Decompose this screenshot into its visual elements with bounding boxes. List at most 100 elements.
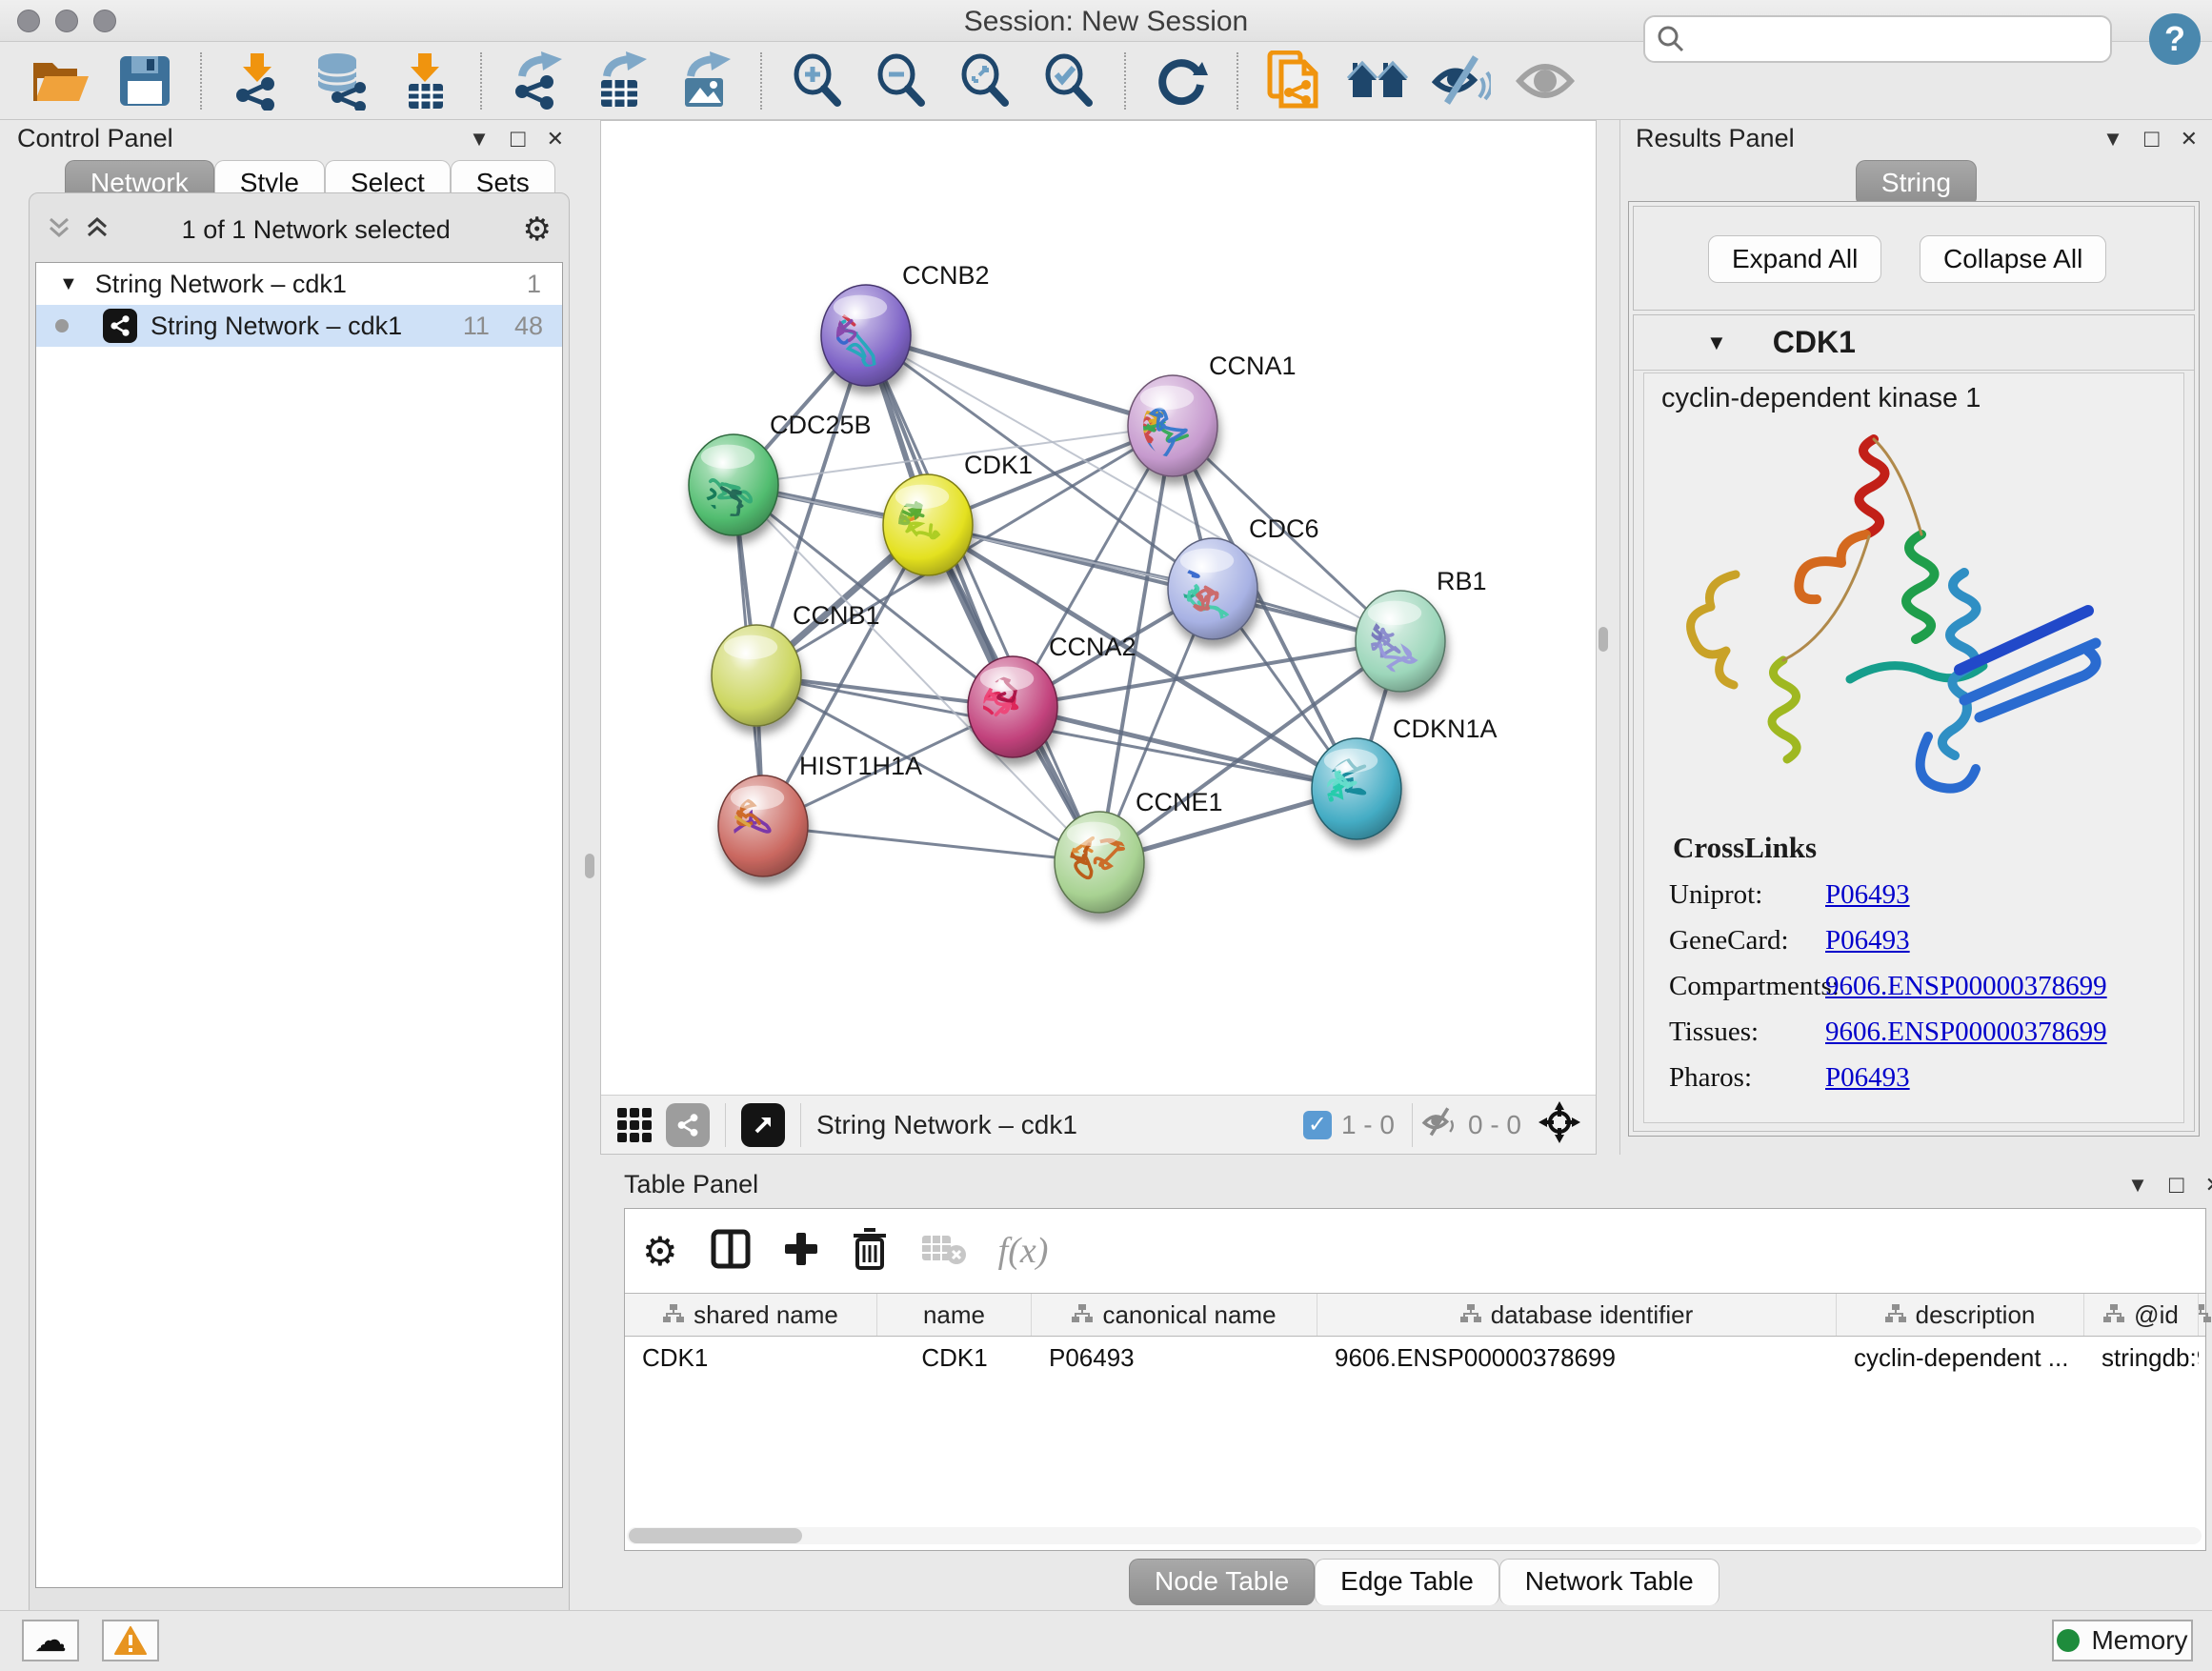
selected-checkbox-icon[interactable]: ✓ (1303, 1111, 1332, 1139)
collapse-all-networks-icon[interactable] (85, 215, 110, 245)
import-table-from-file-button[interactable] (393, 50, 456, 112)
network-canvas[interactable]: CCNB2CCNA1CDC25BCDK1CDC6RB1CCNB1CCNA2CDK… (601, 121, 1596, 1095)
memory-button[interactable]: Memory (2052, 1620, 2193, 1661)
crosslink-link[interactable]: 9606.ENSP00000378699 (1825, 971, 2107, 1002)
table-options-gear-icon[interactable]: ⚙ (642, 1228, 678, 1275)
control-panel-close-icon[interactable]: ✕ (547, 127, 564, 151)
tab-node-table[interactable]: Node Table (1129, 1559, 1315, 1605)
table-cell[interactable]: stringdb (2199, 1337, 2212, 1379)
network-share-icon[interactable] (666, 1103, 710, 1147)
network-node-CCNE1[interactable]: CCNE1 (1055, 788, 1223, 913)
column-header-database-identifier[interactable]: database identifier (1317, 1294, 1837, 1336)
table-toolbar: ⚙ f(x) (625, 1209, 2205, 1293)
results-panel-float-icon[interactable]: □ (2144, 124, 2160, 153)
network-node-CCNB2[interactable]: CCNB2 (811, 261, 990, 386)
control-panel-collapse-icon[interactable]: ▼ (469, 127, 490, 151)
zoom-out-button[interactable] (870, 50, 933, 112)
crosslink-link[interactable]: P06493 (1825, 879, 1910, 911)
column-header-description[interactable]: description (1837, 1294, 2084, 1336)
warnings-button[interactable] (102, 1620, 159, 1661)
network-row[interactable]: String Network – cdk1 11 48 (36, 305, 562, 347)
right-splitter-handle[interactable] (1599, 627, 1608, 652)
expand-all-button[interactable]: Expand All (1708, 235, 1881, 283)
table-row[interactable]: CDK1CDK1P064939606.ENSP00000378699cyclin… (625, 1337, 2205, 1379)
cloud-button[interactable]: ☁ (22, 1620, 79, 1661)
left-splitter-handle[interactable] (585, 854, 594, 878)
table-cell[interactable]: CDK1 (625, 1337, 877, 1379)
create-column-icon[interactable] (783, 1231, 819, 1272)
network-node-RB1[interactable]: RB1 (1355, 567, 1486, 692)
network-collection-row[interactable]: ▼ String Network – cdk1 1 (36, 263, 562, 305)
save-session-button[interactable] (113, 50, 176, 112)
zoom-in-button[interactable] (786, 50, 849, 112)
network-selection-status: 1 of 1 Network selected (110, 215, 523, 245)
table-panel-close-icon[interactable]: ✕ (2205, 1173, 2212, 1198)
table-hscroll-thumb[interactable] (629, 1528, 802, 1543)
export-image-button[interactable] (674, 50, 736, 112)
results-panel-collapse-icon[interactable]: ▼ (2102, 127, 2123, 151)
network-node-label-CDC25B: CDC25B (770, 411, 872, 439)
search-field[interactable] (1643, 15, 2112, 63)
network-node-label-CDKN1A: CDKN1A (1393, 715, 1498, 743)
zoom-fit-button[interactable] (954, 50, 1016, 112)
network-node-HIST1H1A[interactable]: HIST1H1A (697, 752, 922, 876)
crosslink-link[interactable]: 9606.ENSP00000378699 (1825, 1017, 2107, 1048)
network-node-CDC25B[interactable]: CDC25B (681, 411, 871, 535)
table-cell[interactable]: 9606.ENSP00000378699 (1317, 1337, 1837, 1379)
column-header-canonical-name[interactable]: canonical name (1032, 1294, 1317, 1336)
hierarchy-icon (663, 1300, 684, 1330)
table-hscrollbar[interactable] (627, 1527, 2202, 1544)
open-file-button[interactable] (30, 50, 92, 112)
control-panel-float-icon[interactable]: □ (511, 124, 526, 153)
tab-network-table[interactable]: Network Table (1499, 1559, 1719, 1605)
import-network-from-file-button[interactable] (226, 50, 289, 112)
zoom-selected-button[interactable] (1037, 50, 1100, 112)
export-network-button[interactable] (506, 50, 569, 112)
birds-eye-view-icon[interactable] (613, 1103, 656, 1147)
column-header-label: @id (2134, 1300, 2179, 1330)
tab-edge-table[interactable]: Edge Table (1315, 1559, 1499, 1605)
table-panel-collapse-icon[interactable]: ▼ (2127, 1173, 2148, 1198)
column-header-label: description (1916, 1300, 2036, 1330)
import-network-from-database-button[interactable] (310, 50, 372, 112)
export-table-button[interactable] (590, 50, 653, 112)
help-button[interactable]: ? (2149, 13, 2201, 65)
network-node-CCNA1[interactable]: CCNA1 (1119, 352, 1296, 476)
center-view-icon[interactable] (1538, 1101, 1580, 1148)
open-in-new-window-icon[interactable] (741, 1103, 785, 1147)
tree-expander-icon[interactable]: ▼ (59, 273, 78, 295)
collapse-all-button[interactable]: Collapse All (1920, 235, 2106, 283)
go-home-icon[interactable] (1346, 50, 1409, 112)
first-neighbors-button[interactable] (1262, 50, 1325, 112)
table-panel-float-icon[interactable]: □ (2169, 1170, 2184, 1199)
network-node-CDKN1A[interactable]: CDKN1A (1312, 715, 1498, 839)
show-columns-icon[interactable] (711, 1229, 751, 1274)
gene-section-expander-icon[interactable]: ▼ (1706, 331, 1727, 355)
network-node-CDC6[interactable]: CDC6 (1092, 514, 1318, 639)
column-header-id[interactable]: @id (2084, 1294, 2199, 1336)
column-header-name[interactable]: name (877, 1294, 1032, 1336)
apply-layout-button[interactable] (1150, 50, 1213, 112)
network-node-CCNB1[interactable]: CCNB1 (712, 601, 880, 726)
crosslink-link[interactable]: P06493 (1825, 1062, 1910, 1094)
network-edge-CCNE1-HIST1H1A[interactable] (763, 826, 1099, 862)
table-cell[interactable]: cyclin-dependent ... (1837, 1337, 2084, 1379)
network-node-CDK1[interactable]: CDK1 (868, 451, 1033, 575)
network-options-gear-icon[interactable]: ⚙ (523, 211, 552, 249)
table-cell[interactable]: CDK1 (877, 1337, 1032, 1379)
column-header-shared-name[interactable]: shared name (625, 1294, 877, 1336)
column-header-namespace[interactable]: namespace (2199, 1294, 2212, 1336)
search-input[interactable] (1685, 25, 2085, 54)
delete-column-icon[interactable] (852, 1228, 888, 1275)
table-cell[interactable]: stringdb:9... (2084, 1337, 2199, 1379)
crosslink-link[interactable]: P06493 (1825, 925, 1910, 956)
gene-section-header[interactable]: ▼ CDK1 (1634, 315, 2194, 371)
expand-all-networks-icon[interactable] (47, 215, 71, 245)
tab-string[interactable]: String (1856, 160, 1977, 207)
hide-selected-button[interactable] (1430, 50, 1493, 112)
table-cell[interactable]: P06493 (1032, 1337, 1317, 1379)
network-edge-CCNB2-CCNE1[interactable] (866, 335, 1099, 862)
show-all-button[interactable] (1514, 50, 1577, 112)
network-edge-CCNB2-CCNA1[interactable] (866, 335, 1173, 426)
results-panel-close-icon[interactable]: ✕ (2181, 127, 2198, 151)
